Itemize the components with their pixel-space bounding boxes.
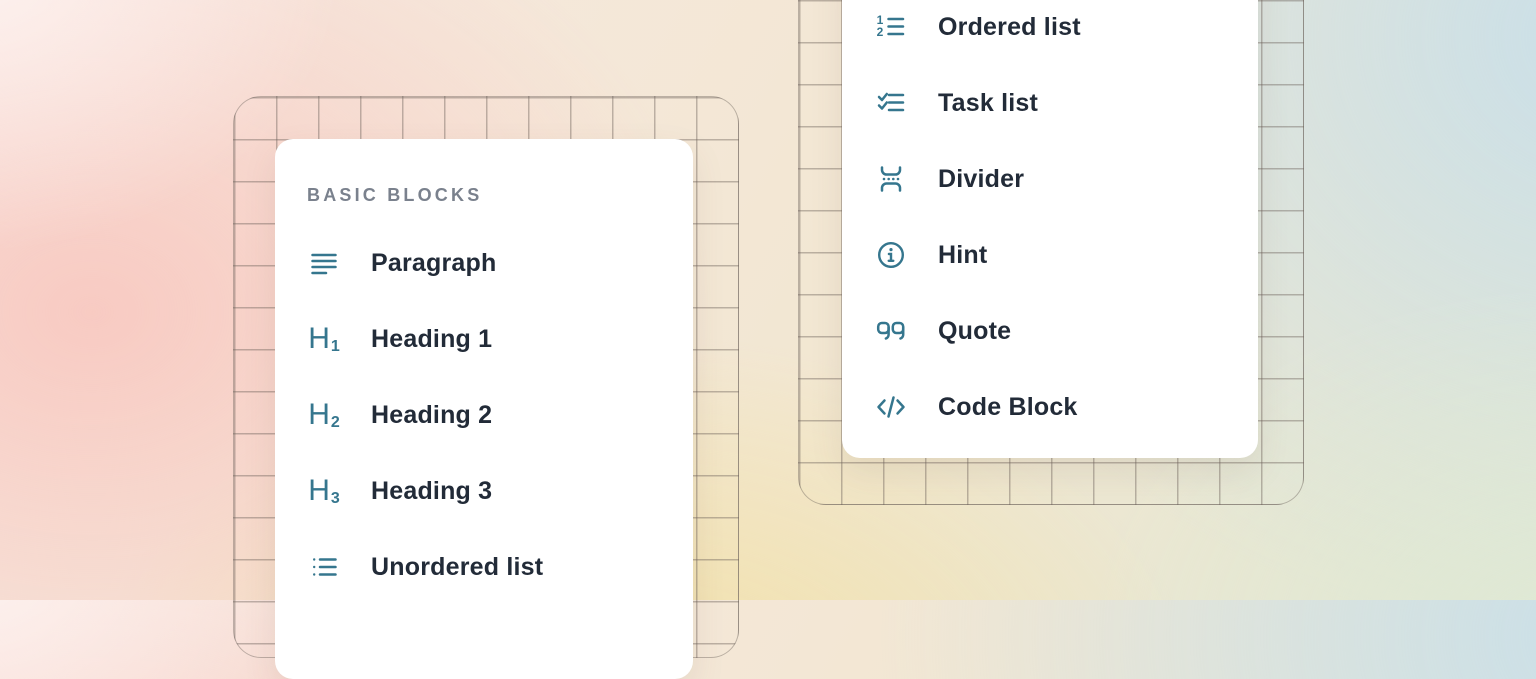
menu-item-label: Ordered list xyxy=(938,13,1081,42)
basic-blocks-menu: BASIC BLOCKS Paragraph H1 Heading 1 H2 H… xyxy=(275,139,693,679)
heading-3-icon: H3 xyxy=(308,475,340,507)
menu-item-label: Heading 1 xyxy=(371,325,492,354)
menu-item-label: Divider xyxy=(938,165,1024,194)
menu-item-ordered-list[interactable]: 1 2 Ordered list xyxy=(842,0,1258,65)
blocks-items: 1 2 Ordered list Task list xyxy=(842,0,1258,445)
menu-item-label: Quote xyxy=(938,317,1011,346)
code-block-icon xyxy=(875,391,907,423)
divider-icon xyxy=(875,163,907,195)
menu-item-task-list[interactable]: Task list xyxy=(842,65,1258,141)
menu-item-label: Heading 3 xyxy=(371,477,492,506)
heading-2-icon: H2 xyxy=(308,399,340,431)
menu-item-code-block[interactable]: Code Block xyxy=(842,369,1258,445)
paragraph-icon xyxy=(308,247,340,279)
menu-item-quote[interactable]: Quote xyxy=(842,293,1258,369)
menu-item-label: Unordered list xyxy=(371,553,543,582)
menu-item-paragraph[interactable]: Paragraph xyxy=(275,225,693,301)
heading-1-icon: H1 xyxy=(308,323,340,355)
ordered-list-icon: 1 2 xyxy=(875,11,907,43)
menu-item-divider[interactable]: Divider xyxy=(842,141,1258,217)
menu-item-hint[interactable]: Hint xyxy=(842,217,1258,293)
menu-item-heading-2[interactable]: H2 Heading 2 xyxy=(275,377,693,453)
unordered-list-icon xyxy=(308,551,340,583)
svg-text:2: 2 xyxy=(877,25,884,39)
blocks-menu-continued: 1 2 Ordered list Task list xyxy=(842,0,1258,458)
basic-blocks-items: Paragraph H1 Heading 1 H2 Heading 2 H3 H… xyxy=(275,225,693,605)
menu-item-heading-3[interactable]: H3 Heading 3 xyxy=(275,453,693,529)
section-label-basic-blocks: BASIC BLOCKS xyxy=(307,183,693,207)
menu-item-label: Heading 2 xyxy=(371,401,492,430)
menu-item-label: Task list xyxy=(938,89,1038,118)
task-list-icon xyxy=(875,87,907,119)
quote-icon xyxy=(875,315,907,347)
menu-item-label: Code Block xyxy=(938,393,1078,422)
menu-item-label: Paragraph xyxy=(371,249,496,278)
menu-item-heading-1[interactable]: H1 Heading 1 xyxy=(275,301,693,377)
hint-icon xyxy=(875,239,907,271)
menu-item-unordered-list[interactable]: Unordered list xyxy=(275,529,693,605)
menu-item-label: Hint xyxy=(938,241,987,270)
